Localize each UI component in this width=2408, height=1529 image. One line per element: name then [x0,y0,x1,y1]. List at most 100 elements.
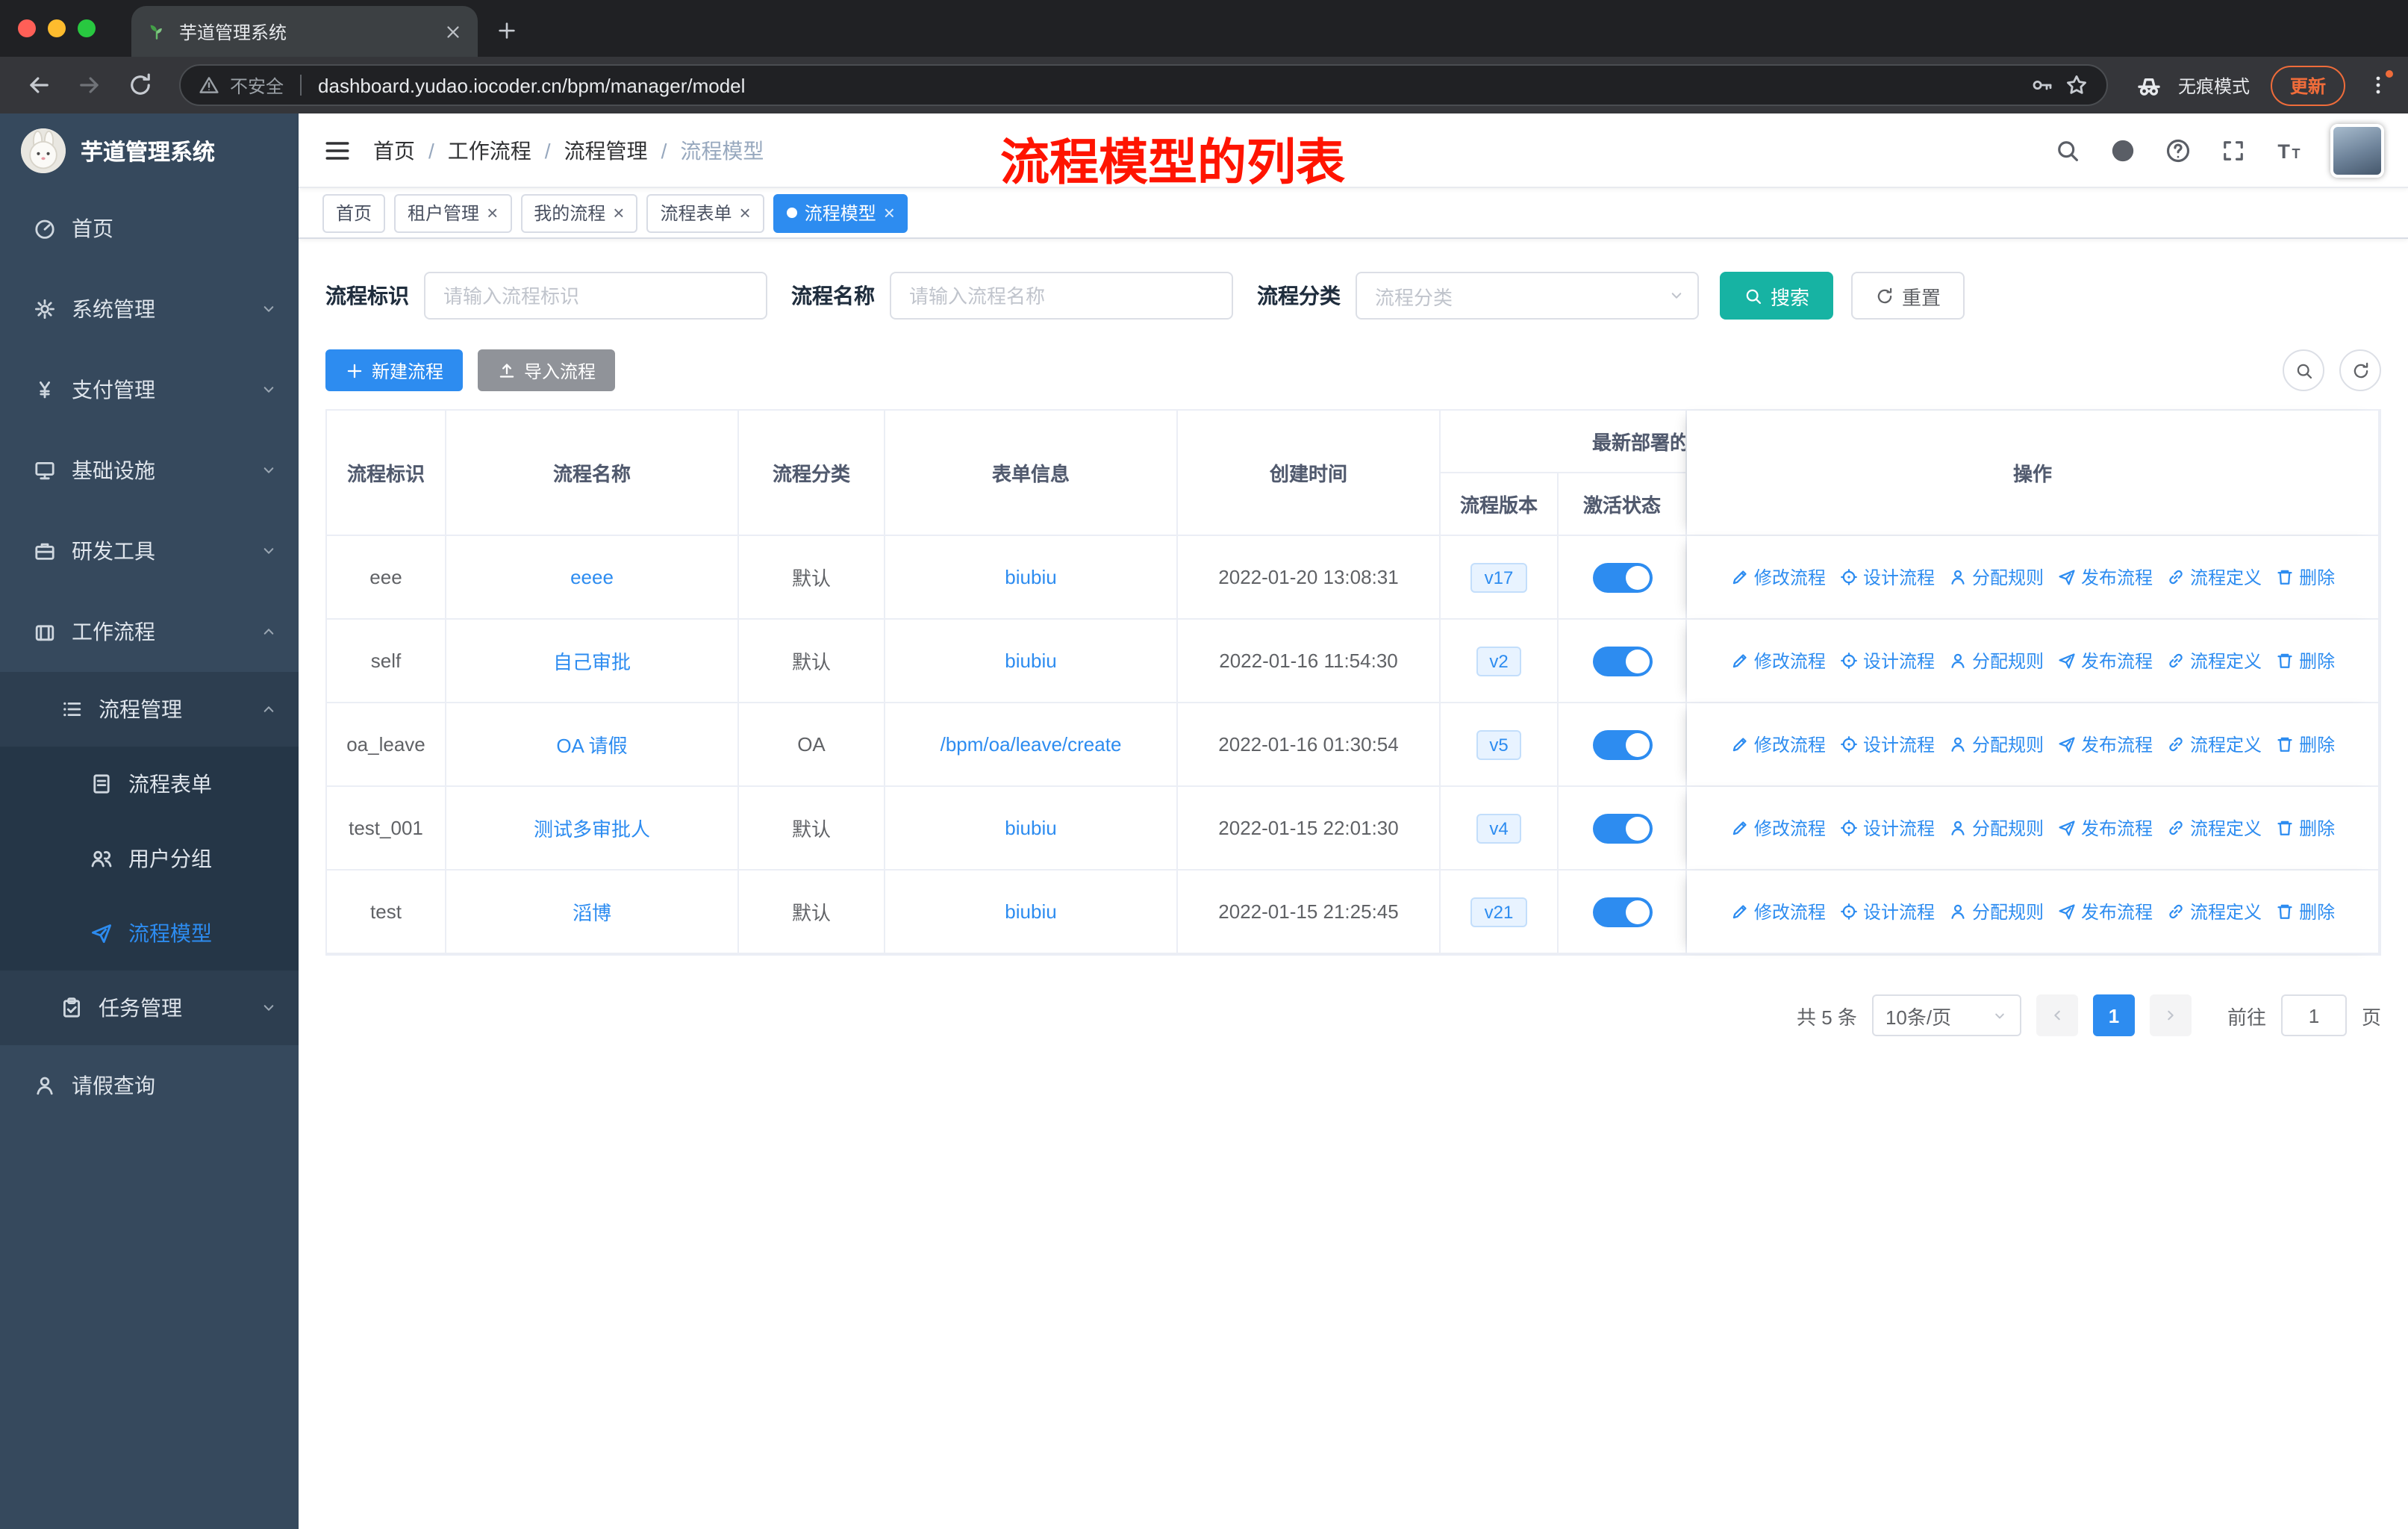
bookmark-star-icon[interactable] [2065,73,2089,97]
breadcrumb-item[interactable]: 工作流程 [448,135,531,165]
action-assign-link[interactable]: 分配规则 [1948,815,2044,841]
fullscreen-icon[interactable] [2220,137,2247,164]
sidebar-item-process-form[interactable]: 流程表单 [0,747,299,821]
active-toggle[interactable] [1592,729,1652,759]
user-avatar[interactable] [2330,123,2384,177]
action-publish-link[interactable]: 发布流程 [2057,899,2153,924]
action-assign-link[interactable]: 分配规则 [1948,732,2044,757]
sidebar-item-task-management[interactable]: 任务管理 [0,971,299,1045]
action-modify-link[interactable]: 修改流程 [1730,564,1826,590]
sidebar-item-leave-query[interactable]: 请假查询 [0,1045,299,1126]
search-icon[interactable] [2054,137,2081,164]
page-size-select[interactable]: 10条/页 [1871,994,2021,1036]
active-toggle[interactable] [1592,646,1652,676]
sidebar-item-workflow[interactable]: 工作流程 [0,591,299,672]
refresh-table-button[interactable] [2339,349,2381,391]
action-publish-link[interactable]: 发布流程 [2057,732,2153,757]
goto-page-input[interactable] [2280,994,2347,1036]
active-toggle[interactable] [1592,562,1652,592]
url-bar[interactable]: 不安全 dashboard.yudao.iocoder.cn/bpm/manag… [179,64,2108,106]
browser-menu-icon[interactable] [2366,70,2393,97]
model-name-link[interactable]: OA 请假 [556,730,627,759]
action-publish-link[interactable]: 发布流程 [2057,564,2153,590]
back-button[interactable] [25,72,52,99]
sidebar-item-devtools[interactable]: 研发工具 [0,511,299,591]
action-publish-link[interactable]: 发布流程 [2057,648,2153,673]
filter-category-select[interactable]: 流程分类 [1356,272,1699,320]
page-number-current[interactable]: 1 [2092,994,2135,1036]
sidebar-item-system[interactable]: 系统管理 [0,269,299,349]
action-assign-link[interactable]: 分配规则 [1948,648,2044,673]
tab-close-icon[interactable] [443,22,463,41]
github-icon[interactable] [2109,137,2136,164]
action-assign-link[interactable]: 分配规则 [1948,899,2044,924]
model-name-link[interactable]: 测试多审批人 [534,814,650,842]
password-key-icon[interactable] [2030,73,2054,97]
action-design-link[interactable]: 设计流程 [1839,815,1935,841]
tag-close-icon[interactable]: × [613,203,624,222]
tag-process-form[interactable]: 流程表单 × [646,193,764,232]
new-tab-button[interactable] [496,19,518,42]
tag-close-icon[interactable]: × [884,203,895,222]
form-link[interactable]: biubiu [1005,650,1056,672]
tag-my-process[interactable]: 我的流程 × [520,193,638,232]
action-design-link[interactable]: 设计流程 [1839,564,1935,590]
model-name-link[interactable]: eeee [570,566,614,588]
action-publish-link[interactable]: 发布流程 [2057,815,2153,841]
model-name-link[interactable]: 自己审批 [553,647,631,675]
action-definition-link[interactable]: 流程定义 [2166,564,2262,590]
action-design-link[interactable]: 设计流程 [1839,648,1935,673]
filter-name-input[interactable] [890,272,1233,320]
search-button[interactable]: 搜索 [1720,272,1834,320]
tag-close-icon[interactable]: × [740,203,751,222]
action-delete-link[interactable]: 删除 [2275,564,2335,590]
breadcrumb-item[interactable]: 首页 [373,135,415,165]
action-definition-link[interactable]: 流程定义 [2166,815,2262,841]
action-modify-link[interactable]: 修改流程 [1730,732,1826,757]
action-definition-link[interactable]: 流程定义 [2166,732,2262,757]
active-toggle[interactable] [1592,897,1652,927]
filter-id-input[interactable] [424,272,767,320]
prev-page-button[interactable] [2036,994,2078,1036]
security-warning-icon[interactable] [199,75,219,96]
action-modify-link[interactable]: 修改流程 [1730,899,1826,924]
action-definition-link[interactable]: 流程定义 [2166,899,2262,924]
tag-home[interactable]: 首页 [322,193,386,232]
breadcrumb-item[interactable]: 流程管理 [564,135,648,165]
action-delete-link[interactable]: 删除 [2275,732,2335,757]
action-design-link[interactable]: 设计流程 [1839,899,1935,924]
font-size-icon[interactable]: TT [2275,137,2302,164]
sidebar-item-home[interactable]: 首页 [0,188,299,269]
next-page-button[interactable] [2149,994,2192,1036]
sidebar-item-infra[interactable]: 基础设施 [0,430,299,511]
tag-process-model[interactable]: 流程模型 × [773,193,908,232]
sidebar-fold-icon[interactable] [322,135,352,165]
create-process-button[interactable]: 新建流程 [325,349,464,391]
sidebar-item-process-model[interactable]: 流程模型 [0,896,299,971]
action-delete-link[interactable]: 删除 [2275,815,2335,841]
reset-button[interactable]: 重置 [1851,272,1965,320]
form-link[interactable]: biubiu [1005,900,1056,923]
sidebar-item-user-group[interactable]: 用户分组 [0,821,299,896]
form-link[interactable]: biubiu [1005,817,1056,839]
forward-button[interactable] [76,72,103,99]
toggle-search-button[interactable] [2283,349,2324,391]
action-delete-link[interactable]: 删除 [2275,648,2335,673]
update-button[interactable]: 更新 [2270,65,2345,105]
action-definition-link[interactable]: 流程定义 [2166,648,2262,673]
minimize-window-button[interactable] [48,19,66,37]
model-name-link[interactable]: 滔博 [573,897,611,926]
active-toggle[interactable] [1592,813,1652,843]
app-logo[interactable]: 芋道管理系统 [0,113,299,188]
tag-tenant[interactable]: 租户管理 × [394,193,512,232]
browser-tab[interactable]: 芋道管理系统 [131,6,478,57]
action-modify-link[interactable]: 修改流程 [1730,815,1826,841]
close-window-button[interactable] [18,19,36,37]
zoom-window-button[interactable] [78,19,96,37]
action-assign-link[interactable]: 分配规则 [1948,564,2044,590]
form-link[interactable]: /bpm/oa/leave/create [941,733,1122,756]
reload-button[interactable] [127,72,154,99]
tag-close-icon[interactable]: × [487,203,498,222]
import-process-button[interactable]: 导入流程 [478,349,616,391]
action-design-link[interactable]: 设计流程 [1839,732,1935,757]
